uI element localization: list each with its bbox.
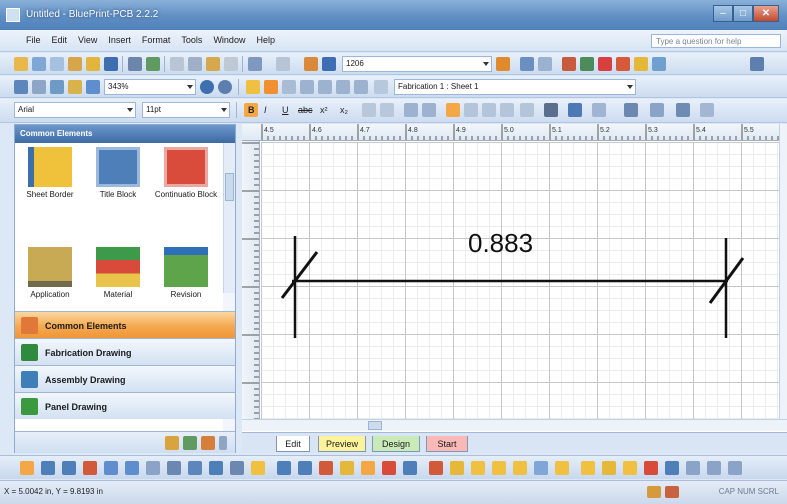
- tick-mark-left: [280, 251, 319, 299]
- drill-icon[interactable]: [429, 461, 443, 475]
- trace-icon[interactable]: [382, 461, 396, 475]
- keyboard-indicators: CAP NUM SCRL: [718, 487, 779, 496]
- more-tools-icon[interactable]: [728, 461, 742, 475]
- pointer-icon[interactable]: [20, 461, 34, 475]
- drawing-tools-toolbar: [0, 455, 787, 479]
- layer-icon[interactable]: [623, 461, 637, 475]
- connector-icon[interactable]: [62, 461, 76, 475]
- rectangle-icon[interactable]: [104, 461, 118, 475]
- copper-icon[interactable]: [450, 461, 464, 475]
- note-icon[interactable]: [513, 461, 527, 475]
- spline-icon[interactable]: [230, 461, 244, 475]
- dimension-icon[interactable]: [188, 461, 202, 475]
- table-icon[interactable]: [534, 461, 548, 475]
- canvas-horizontal-scrollbar[interactable]: [242, 419, 787, 431]
- grid-tool-icon[interactable]: [167, 461, 181, 475]
- application-window: Untitled - BluePrint-PCB 2.2.2 – □ ✕ Fil…: [0, 0, 787, 504]
- arc-icon[interactable]: [83, 461, 97, 475]
- send-back-icon[interactable]: [707, 461, 721, 475]
- rotate-icon[interactable]: [277, 461, 291, 475]
- status-bar: X = 5.0042 in, Y = 9.8193 in CAP NUM SCR…: [0, 480, 787, 504]
- leader-icon[interactable]: [492, 461, 506, 475]
- snap-icon[interactable]: [647, 486, 661, 498]
- align-icon[interactable]: [644, 461, 658, 475]
- callout-icon[interactable]: [555, 461, 569, 475]
- polygon-icon[interactable]: [146, 461, 160, 475]
- mirror-icon[interactable]: [298, 461, 312, 475]
- symbol-icon[interactable]: [602, 461, 616, 475]
- curve-icon[interactable]: [209, 461, 223, 475]
- distribute-icon[interactable]: [665, 461, 679, 475]
- via-icon[interactable]: [403, 461, 417, 475]
- image-icon[interactable]: [581, 461, 595, 475]
- hole-icon[interactable]: [340, 461, 354, 475]
- text-icon[interactable]: [251, 461, 265, 475]
- view-tabs: Edit Preview Design Start: [242, 432, 787, 453]
- grid-icon[interactable]: [665, 486, 679, 498]
- ellipse-icon[interactable]: [125, 461, 139, 475]
- tab-preview[interactable]: Preview: [318, 436, 366, 452]
- tab-edit[interactable]: Edit: [276, 436, 310, 452]
- scroll-thumb[interactable]: [368, 421, 382, 430]
- tab-design[interactable]: Design: [372, 436, 420, 452]
- dimension-value[interactable]: 0.883: [468, 228, 533, 259]
- pad-icon[interactable]: [361, 461, 375, 475]
- bring-front-icon[interactable]: [686, 461, 700, 475]
- group-icon[interactable]: [319, 461, 333, 475]
- tab-start[interactable]: Start: [426, 436, 468, 452]
- label-icon[interactable]: [471, 461, 485, 475]
- cursor-coordinates: X = 5.0042 in, Y = 9.8193 in: [4, 487, 103, 496]
- line-icon[interactable]: [41, 461, 55, 475]
